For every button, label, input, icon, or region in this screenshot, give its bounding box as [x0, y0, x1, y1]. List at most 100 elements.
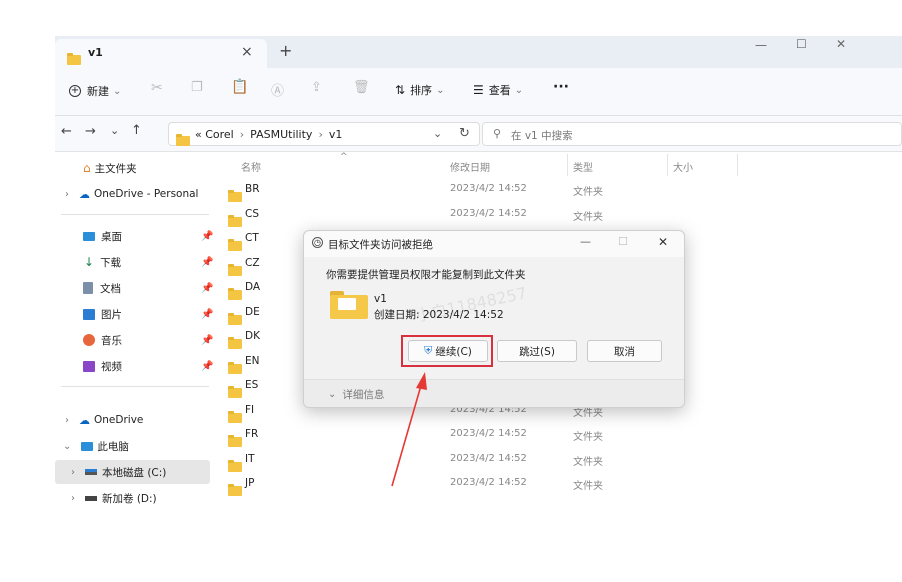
rename-icon[interactable]: Ⓐ — [271, 80, 284, 99]
sidebar-item-videos[interactable]: 视频 📌 — [55, 354, 213, 378]
file-row[interactable]: JP 2023/4/2 14:52 文件夹 — [215, 472, 902, 496]
cloud-icon: ☁ — [79, 413, 90, 427]
arrow-head-icon — [416, 372, 427, 390]
refresh-icon[interactable]: ↻ — [459, 126, 470, 141]
breadcrumb-v1[interactable]: v1 — [329, 128, 343, 141]
copy-icon[interactable]: ❐ — [191, 80, 203, 95]
pin-icon[interactable]: 📌 — [201, 257, 213, 268]
address-bar[interactable]: « Corel › PASMUtility › v1 ⌄ ↻ — [168, 122, 480, 146]
file-type: 文件夹 — [573, 456, 603, 468]
sidebar-item-drive-c[interactable]: › 本地磁盘 (C:) — [55, 460, 210, 484]
search-placeholder: 在 v1 中搜索 — [511, 130, 573, 142]
share-icon[interactable]: ⇪ — [311, 80, 322, 95]
sidebar-item-label: 音乐 — [101, 334, 122, 347]
minimize-button[interactable]: — — [755, 38, 767, 52]
sidebar-item-desktop[interactable]: 桌面 📌 — [55, 224, 213, 248]
breadcrumb-pasmutility[interactable]: PASMUtility — [250, 128, 312, 141]
minimize-button[interactable]: — — [580, 235, 591, 248]
chevron-down-icon: ⌄ — [328, 389, 337, 400]
chevron-right-icon: › — [71, 492, 75, 504]
recent-locations-icon[interactable]: ⌄ — [110, 124, 119, 137]
sidebar-item-onedrive[interactable]: › ☁ OneDrive — [55, 408, 210, 432]
sort-icon: ⇅ — [395, 83, 406, 97]
breadcrumb-corel[interactable]: « Corel — [195, 128, 234, 141]
chevron-right-icon: › — [65, 188, 69, 200]
skip-button[interactable]: 跳过(S) — [497, 340, 577, 362]
file-row[interactable]: BR 2023/4/2 14:52 文件夹 — [215, 178, 902, 202]
chevron-down-icon: ⌄ — [514, 84, 524, 96]
new-tab-button[interactable]: + — [279, 41, 292, 60]
column-header-size[interactable]: 大小 — [673, 159, 693, 174]
sidebar-item-this-pc[interactable]: ⌄ 此电脑 — [55, 434, 210, 458]
folder-icon — [228, 337, 242, 349]
breadcrumb-separator-icon: › — [318, 128, 323, 141]
pin-icon[interactable]: 📌 — [201, 309, 213, 320]
column-divider[interactable] — [737, 154, 738, 176]
file-row[interactable]: IT 2023/4/2 14:52 文件夹 — [215, 448, 902, 472]
file-name: CZ — [245, 256, 260, 269]
sidebar-item-onedrive-personal[interactable]: › ☁ OneDrive - Personal — [55, 182, 210, 206]
sidebar-item-home[interactable]: ⌂ 主文件夹 — [55, 156, 210, 180]
cloud-icon: ☁ — [79, 187, 90, 201]
close-window-button[interactable]: ✕ — [836, 37, 846, 51]
file-name: IT — [245, 452, 255, 465]
sidebar-item-label: 本地磁盘 (C:) — [102, 466, 167, 479]
pin-icon[interactable]: 📌 — [201, 231, 213, 242]
folder-icon — [228, 435, 242, 447]
forward-arrow-icon[interactable]: → — [85, 124, 96, 139]
sidebar-item-pictures[interactable]: 图片 📌 — [55, 302, 213, 326]
up-arrow-icon[interactable]: ↑ — [131, 123, 142, 138]
chevron-down-icon: ⌄ — [113, 85, 122, 97]
tab-close-icon[interactable]: × — [241, 44, 253, 60]
column-header-type[interactable]: 类型 — [573, 159, 593, 174]
file-date: 2023/4/2 14:52 — [450, 477, 527, 488]
file-row[interactable]: FR 2023/4/2 14:52 文件夹 — [215, 423, 902, 447]
sort-up-icon: ^ — [340, 152, 348, 162]
video-icon — [83, 360, 95, 372]
pin-icon[interactable]: 📌 — [201, 335, 213, 346]
cut-icon[interactable]: ✂ — [151, 80, 163, 96]
skip-label: 跳过(S) — [519, 345, 555, 358]
details-toggle[interactable]: ⌄ 详细信息 — [328, 387, 384, 402]
continue-button[interactable]: ⛨ 继续(C) — [408, 340, 488, 362]
sidebar-item-downloads[interactable]: ↓ 下载 📌 — [55, 250, 213, 274]
cancel-button[interactable]: 取消 — [587, 340, 662, 362]
continue-label: 继续(C) — [435, 345, 472, 358]
tab-bar: v1 × + — ☐ ✕ — [55, 36, 902, 68]
tab-v1[interactable]: v1 × — [55, 39, 267, 68]
delete-icon[interactable]: 🗑 — [353, 80, 370, 95]
column-header-date[interactable]: 修改日期 — [450, 159, 490, 174]
sort-label: 排序 — [410, 84, 433, 97]
file-row[interactable]: CS 2023/4/2 14:52 文件夹 — [215, 203, 902, 227]
sidebar-item-drive-d[interactable]: › 新加卷 (D:) — [55, 486, 210, 510]
sidebar-item-documents[interactable]: 文档 📌 — [55, 276, 213, 300]
pin-icon[interactable]: 📌 — [201, 361, 213, 372]
file-date: 2023/4/2 14:52 — [450, 428, 527, 439]
sidebar-item-music[interactable]: 音乐 📌 — [55, 328, 213, 352]
back-arrow-icon[interactable]: ← — [61, 124, 72, 139]
folder-icon — [228, 312, 242, 325]
folder-icon — [228, 239, 242, 251]
maximize-button[interactable]: ☐ — [796, 37, 807, 51]
column-header-name[interactable]: 名称 — [241, 159, 261, 174]
view-button[interactable]: ☰ 查看 ⌄ — [473, 82, 523, 98]
folder-icon — [67, 53, 81, 65]
chevron-right-icon: › — [71, 466, 75, 478]
sort-button[interactable]: ⇅ 排序 ⌄ — [395, 82, 444, 98]
sidebar-item-label: 新加卷 (D:) — [102, 492, 157, 505]
file-date: 2023/4/2 14:52 — [450, 183, 527, 194]
pin-icon[interactable]: 📌 — [201, 283, 213, 294]
navigation-pane: ⌂ 主文件夹 › ☁ OneDrive - Personal 桌面 📌 ↓ 下载… — [55, 152, 215, 542]
column-divider[interactable] — [667, 154, 668, 176]
search-box[interactable]: ⚲ 在 v1 中搜索 — [482, 122, 902, 146]
folder-icon — [228, 484, 242, 496]
divider — [61, 214, 209, 215]
more-options-button[interactable]: ··· — [553, 79, 569, 95]
paste-icon[interactable]: 📋 — [231, 79, 248, 95]
address-dropdown-icon[interactable]: ⌄ — [433, 127, 442, 140]
maximize-button: ☐ — [618, 235, 628, 248]
dialog-close-button[interactable]: ✕ — [658, 235, 668, 249]
command-bar: + 新建 ⌄ ✂ ❐ 📋 Ⓐ ⇪ 🗑 ⇅ 排序 ⌄ ☰ 查看 ⌄ ··· — [55, 68, 902, 116]
new-button[interactable]: + 新建 ⌄ — [69, 83, 121, 99]
column-divider[interactable] — [567, 154, 568, 176]
